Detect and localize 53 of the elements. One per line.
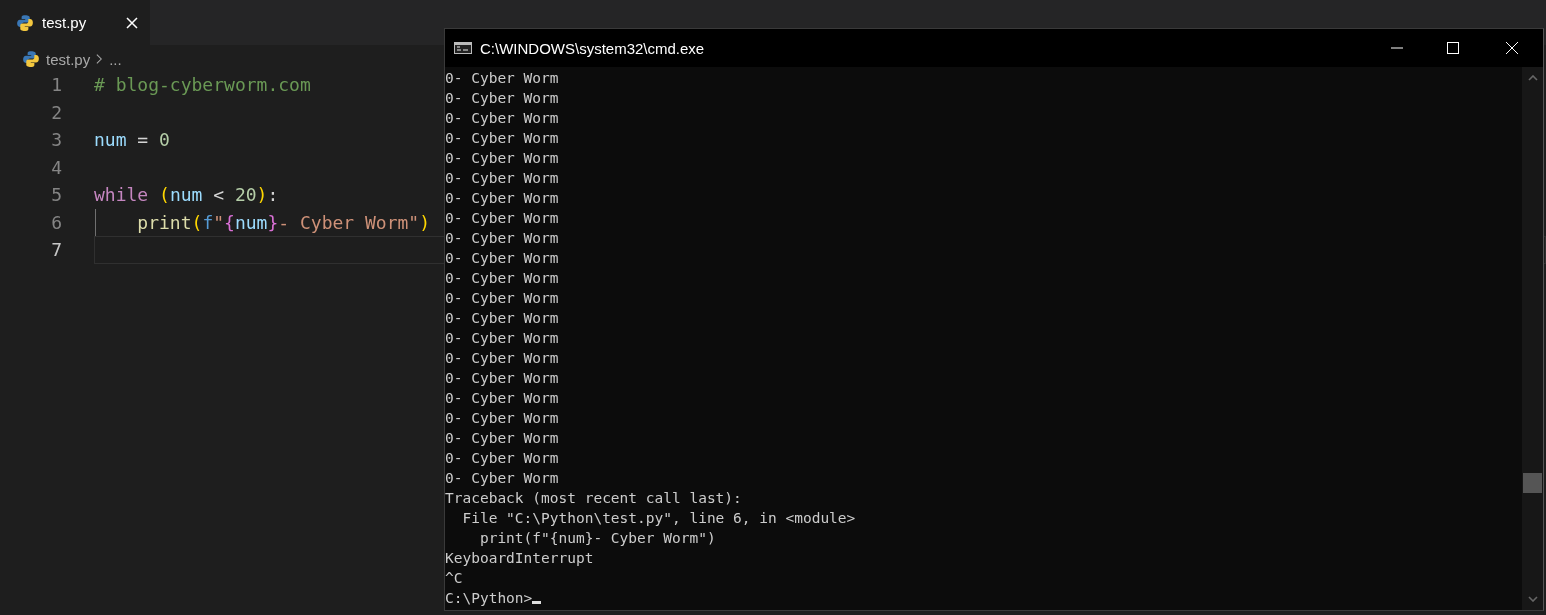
line-number: 2: [50, 101, 63, 123]
maximize-icon: [1447, 42, 1459, 54]
command-prompt: C:\Python>: [445, 589, 533, 608]
breadcrumb-file[interactable]: test.py: [46, 50, 91, 68]
terminal-output-line: 0- Cyber Worm: [445, 109, 560, 128]
terminal-output-line: 0- Cyber Worm: [445, 469, 560, 488]
terminal-output-line: 0- Cyber Worm: [445, 269, 560, 288]
line-number: 7: [50, 239, 63, 261]
terminal-output-line: 0- Cyber Worm: [445, 229, 560, 248]
terminal-output-line: 0- Cyber Worm: [445, 89, 560, 108]
python-file-icon: [16, 13, 34, 32]
terminal-output-line: 0- Cyber Worm: [445, 149, 560, 168]
scroll-up-icon[interactable]: [1527, 75, 1538, 81]
code-line: print(f"{num}- Cyber Worm"): [136, 211, 430, 233]
terminal-output-line: 0- Cyber Worm: [445, 409, 560, 428]
terminal-output-line: KeyboardInterrupt: [445, 549, 595, 568]
terminal-output-line: 0- Cyber Worm: [445, 69, 560, 88]
terminal-output-line: 0- Cyber Worm: [445, 169, 560, 188]
terminal-output-line: 0- Cyber Worm: [445, 209, 560, 228]
editor-tab[interactable]: test.py: [0, 0, 150, 45]
close-icon: [1506, 42, 1518, 54]
terminal-output-line: ^C: [445, 569, 464, 588]
breadcrumb-more[interactable]: ...: [109, 50, 122, 68]
terminal-output-line: print(f"{num}- Cyber Worm"): [478, 529, 717, 548]
terminal-output-line: 0- Cyber Worm: [445, 249, 560, 268]
line-number: 1: [50, 74, 63, 96]
terminal-output-line: 0- Cyber Worm: [445, 289, 560, 308]
terminal-output-line: 0- Cyber Worm: [445, 129, 560, 148]
code-line: while (num < 20):: [94, 184, 279, 206]
line-number: 3: [50, 129, 63, 151]
chevron-icon: [96, 53, 104, 65]
terminal-app-icon: [454, 42, 472, 54]
terminal-output-line: Traceback (most recent call last):: [445, 489, 743, 508]
terminal-output-line: 0- Cyber Worm: [445, 309, 560, 328]
close-icon[interactable]: [126, 16, 138, 29]
line-number: 6: [50, 211, 63, 233]
terminal-output-line: 0- Cyber Worm: [445, 449, 560, 468]
python-file-icon: [22, 50, 40, 68]
window-title: C:\WINDOWS\system32\cmd.exe: [480, 39, 706, 57]
code-line: num = 0: [94, 129, 170, 151]
terminal-output-line: 0- Cyber Worm: [445, 189, 560, 208]
terminal-output-line: 0- Cyber Worm: [445, 429, 560, 448]
terminal-output-line: File "C:\Python\test.py", line 6, in <module>: [461, 509, 857, 528]
line-number: 4: [50, 156, 63, 178]
terminal-output-line: 0- Cyber Worm: [445, 329, 560, 348]
scrollbar[interactable]: [1522, 67, 1543, 610]
code-line: # blog-cyberworm.com: [94, 74, 311, 96]
line-number: 5: [50, 184, 63, 206]
terminal-output-line: 0- Cyber Worm: [445, 349, 560, 368]
terminal-output-line: 0- Cyber Worm: [445, 369, 560, 388]
terminal-output-line: 0- Cyber Worm: [445, 389, 560, 408]
scrollbar-thumb[interactable]: [1523, 473, 1542, 493]
scroll-down-icon[interactable]: [1527, 596, 1538, 602]
